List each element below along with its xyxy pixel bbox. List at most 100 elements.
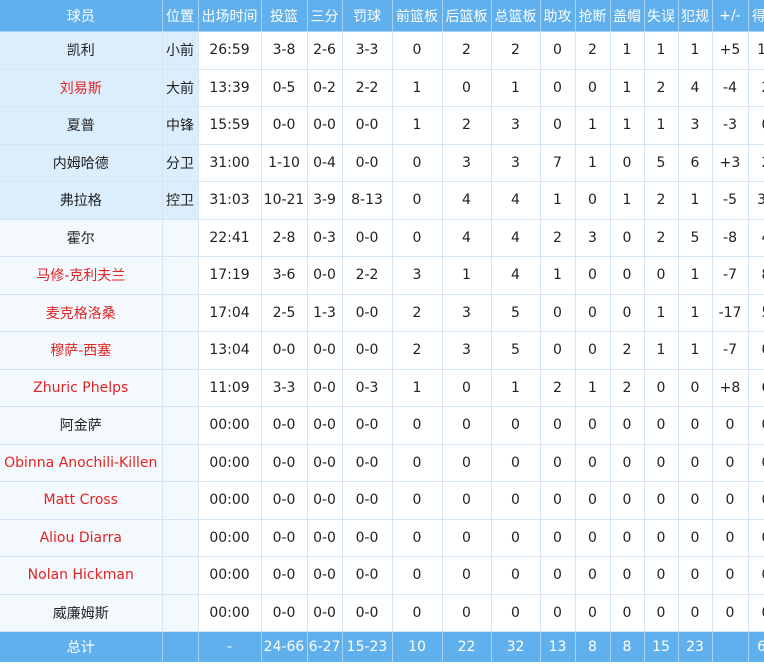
- stat-cell-stl: 0: [575, 481, 611, 520]
- stat-cell-blk: 0: [610, 444, 645, 482]
- stat-cell-fg: 0-0: [261, 594, 308, 632]
- table-row: 刘易斯大前13:390-50-22-210100124-42: [0, 69, 764, 107]
- player-name-cell: 凯利: [0, 31, 163, 70]
- stat-cell-minutes: 00:00: [198, 519, 262, 557]
- total-cell-three-pt: 6-27: [307, 631, 343, 662]
- stat-cell-reb: 0: [491, 481, 541, 520]
- stat-cell-position: 控卫: [162, 181, 199, 220]
- player-name-link[interactable]: 霍尔: [67, 231, 95, 247]
- stat-cell-tov: 1: [644, 31, 679, 70]
- stat-cell-dreb: 0: [442, 481, 492, 520]
- stat-cell-three-pt: 0-0: [307, 481, 343, 520]
- stat-cell-plus-minus: -7: [712, 256, 749, 295]
- stat-cell-ast: 2: [540, 219, 576, 257]
- total-cell-dreb: 22: [442, 631, 492, 662]
- total-cell-plus-minus: [712, 631, 749, 662]
- stat-cell-position: [162, 406, 199, 445]
- stat-cell-plus-minus: -4: [712, 69, 749, 107]
- stat-cell-tov: 0: [644, 481, 679, 520]
- player-name-link[interactable]: 威廉姆斯: [53, 606, 109, 622]
- player-name-link[interactable]: 麦克格洛桑: [46, 306, 116, 322]
- stat-cell-oreb: 3: [392, 256, 443, 295]
- player-name-link[interactable]: 马修-克利夫兰: [36, 268, 125, 284]
- stat-cell-minutes: 13:39: [198, 69, 262, 107]
- column-header-blk: 盖帽: [610, 0, 645, 32]
- player-name-link[interactable]: Zhuric Phelps: [33, 380, 128, 396]
- stat-cell-plus-minus: 0: [712, 481, 749, 520]
- table-header-row: 球员位置出场时间投篮三分罚球前篮板后篮板总篮板助攻抢断盖帽失误犯规+/-得分: [0, 0, 764, 32]
- stat-cell-position: [162, 594, 199, 632]
- stat-cell-blk: 0: [610, 294, 645, 332]
- stat-cell-reb: 1: [491, 369, 541, 407]
- stat-cell-minutes: 31:03: [198, 181, 262, 220]
- stat-cell-oreb: 0: [392, 556, 443, 595]
- stat-cell-tov: 2: [644, 219, 679, 257]
- stat-cell-reb: 4: [491, 181, 541, 220]
- player-name-link[interactable]: 刘易斯: [60, 81, 102, 97]
- player-name-link[interactable]: 凯利: [67, 43, 95, 59]
- stat-cell-position: [162, 556, 199, 595]
- stat-cell-reb: 4: [491, 256, 541, 295]
- column-header-ast: 助攻: [540, 0, 576, 32]
- stat-cell-blk: 2: [610, 331, 645, 370]
- column-header-pts: 得分: [748, 0, 764, 32]
- player-name-link[interactable]: 夏普: [67, 118, 95, 134]
- stat-cell-reb: 3: [491, 144, 541, 182]
- stat-cell-minutes: 00:00: [198, 406, 262, 445]
- stat-cell-reb: 0: [491, 444, 541, 482]
- player-name-link[interactable]: 阿金萨: [60, 418, 102, 434]
- player-name-cell: 刘易斯: [0, 69, 163, 107]
- stat-cell-ft: 0-0: [342, 106, 393, 145]
- stat-cell-ft: 0-0: [342, 144, 393, 182]
- stat-cell-fg: 0-0: [261, 106, 308, 145]
- stat-cell-blk: 1: [610, 106, 645, 145]
- stat-cell-fg: 0-0: [261, 444, 308, 482]
- stat-cell-fg: 0-0: [261, 406, 308, 445]
- column-header-fg: 投篮: [261, 0, 308, 32]
- stat-cell-tov: 0: [644, 594, 679, 632]
- stat-cell-tov: 0: [644, 556, 679, 595]
- player-name-link[interactable]: Obinna Anochili-Killen: [4, 455, 157, 471]
- stat-cell-stl: 1: [575, 106, 611, 145]
- stat-cell-minutes: 00:00: [198, 594, 262, 632]
- stat-cell-pf: 1: [678, 294, 713, 332]
- stat-cell-ft: 0-0: [342, 331, 393, 370]
- stat-cell-stl: 2: [575, 31, 611, 70]
- stat-cell-tov: 1: [644, 294, 679, 332]
- stat-cell-ast: 0: [540, 444, 576, 482]
- stat-cell-stl: 0: [575, 406, 611, 445]
- player-name-link[interactable]: Matt Cross: [44, 492, 118, 508]
- player-name-link[interactable]: Aliou Diarra: [40, 530, 122, 546]
- stat-cell-stl: 0: [575, 556, 611, 595]
- stat-cell-stl: 0: [575, 519, 611, 557]
- stat-cell-three-pt: 0-0: [307, 519, 343, 557]
- stat-cell-reb: 4: [491, 219, 541, 257]
- stat-cell-fg: 2-5: [261, 294, 308, 332]
- player-name-link[interactable]: 弗拉格: [60, 193, 102, 209]
- totals-row: 总计-24-666-2715-231022321388152369: [0, 631, 764, 662]
- stat-cell-pf: 0: [678, 481, 713, 520]
- stat-cell-plus-minus: 0: [712, 406, 749, 445]
- stat-cell-tov: 0: [644, 369, 679, 407]
- stat-cell-ast: 2: [540, 369, 576, 407]
- stat-cell-fg: 3-8: [261, 31, 308, 70]
- stat-cell-three-pt: 0-4: [307, 144, 343, 182]
- player-name-link[interactable]: 穆萨-西塞: [50, 343, 111, 359]
- stat-cell-dreb: 3: [442, 331, 492, 370]
- stat-cell-minutes: 17:04: [198, 294, 262, 332]
- stat-cell-pf: 0: [678, 556, 713, 595]
- stat-cell-three-pt: 0-0: [307, 594, 343, 632]
- stat-cell-dreb: 0: [442, 556, 492, 595]
- stat-cell-position: [162, 256, 199, 295]
- stat-cell-oreb: 0: [392, 181, 443, 220]
- player-name-link[interactable]: Nolan Hickman: [28, 567, 134, 583]
- stat-cell-pts: 0: [748, 444, 764, 482]
- stat-cell-oreb: 0: [392, 481, 443, 520]
- stat-cell-three-pt: 0-0: [307, 444, 343, 482]
- player-name-link[interactable]: 内姆哈德: [53, 156, 109, 172]
- stat-cell-oreb: 0: [392, 219, 443, 257]
- stat-cell-pts: 0: [748, 106, 764, 145]
- table-row: 麦克格洛桑17:042-51-30-023500011-175: [0, 294, 764, 332]
- stat-cell-ft: 0-0: [342, 444, 393, 482]
- column-header-pf: 犯规: [678, 0, 713, 32]
